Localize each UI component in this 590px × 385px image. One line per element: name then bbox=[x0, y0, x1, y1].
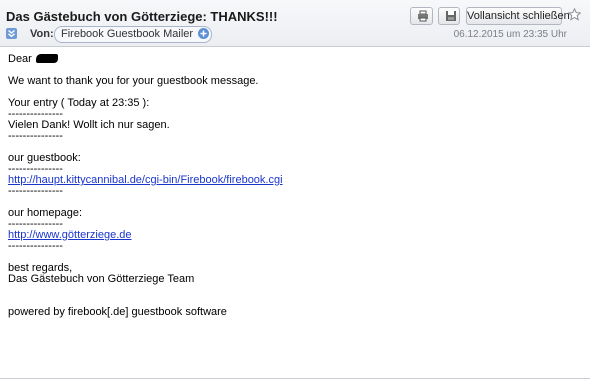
thanks-text: We want to thank you for your guestbook … bbox=[8, 75, 259, 87]
bottom-divider bbox=[0, 378, 590, 379]
separator: --------------- bbox=[8, 240, 63, 252]
entry-label: Your entry ( Today at 23:35 ): bbox=[8, 97, 150, 109]
team-signature: Das Gästebuch von Götterziege Team bbox=[8, 273, 195, 285]
collapse-button[interactable] bbox=[6, 28, 17, 39]
separator: --------------- bbox=[8, 185, 63, 197]
save-button[interactable] bbox=[438, 7, 460, 25]
message-body: Dear We want to thank you for your guest… bbox=[8, 54, 578, 318]
redaction-mark bbox=[35, 54, 58, 63]
save-icon bbox=[446, 11, 456, 21]
entry-text: Vielen Dank! Wollt ich nur sagen. bbox=[8, 119, 170, 131]
sender-name: Firebook Guestbook Mailer bbox=[61, 28, 194, 40]
from-label: Von: bbox=[30, 28, 54, 40]
star-icon[interactable] bbox=[568, 8, 581, 21]
greeting-line: Dear bbox=[8, 54, 578, 65]
message-date: 06.12.2015 um 23:35 Uhr bbox=[453, 29, 567, 40]
message-header: Das Gästebuch von Götterziege: THANKS!!!… bbox=[0, 0, 590, 47]
guestbook-label: our guestbook: bbox=[8, 152, 81, 164]
homepage-label: our homepage: bbox=[8, 207, 82, 219]
print-icon bbox=[418, 10, 428, 22]
close-full-view-button[interactable]: Vollansicht schließen bbox=[466, 7, 570, 25]
powered-by-text: powered by firebook[.de] guestbook softw… bbox=[8, 306, 227, 318]
separator: --------------- bbox=[8, 130, 63, 142]
add-contact-icon[interactable] bbox=[198, 28, 210, 39]
print-button[interactable] bbox=[410, 7, 433, 25]
sender-chip[interactable]: Firebook Guestbook Mailer bbox=[54, 26, 213, 43]
greeting: Dear bbox=[8, 53, 32, 65]
collapse-icon bbox=[8, 29, 15, 38]
message-subject: Das Gästebuch von Götterziege: THANKS!!! bbox=[6, 9, 278, 24]
